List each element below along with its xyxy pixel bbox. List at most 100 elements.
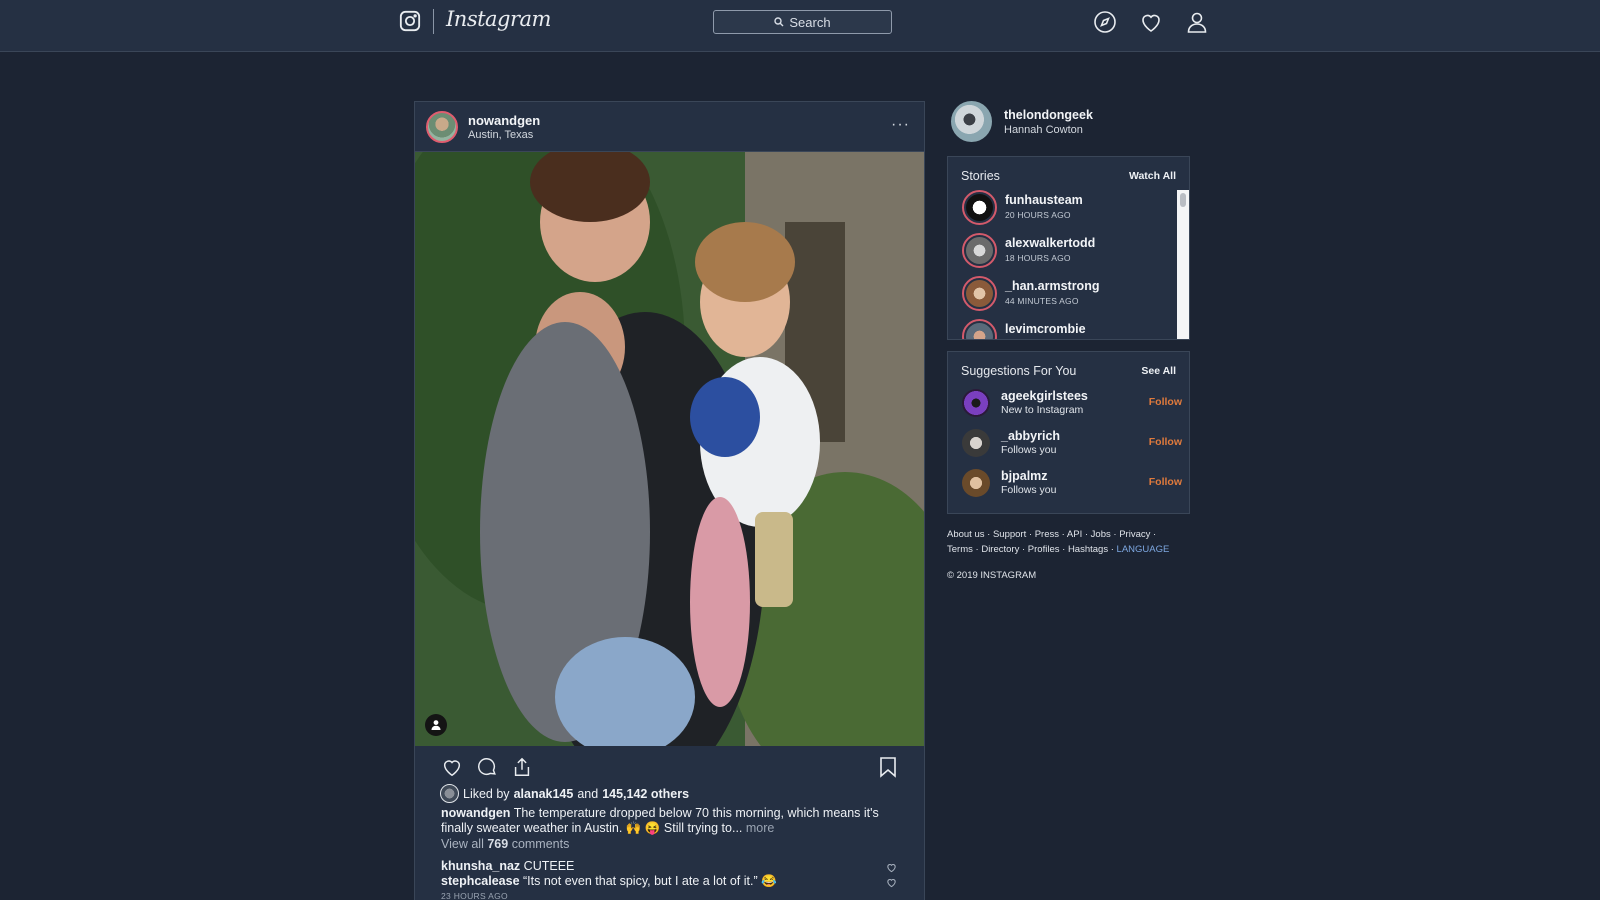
story-item[interactable]: levimcrombie — [962, 319, 1172, 339]
search-input[interactable]: Search — [713, 10, 892, 34]
stories-scrollbar[interactable] — [1177, 190, 1189, 339]
footer-separator: · — [1082, 529, 1091, 540]
likes-prefix: Liked by — [463, 786, 510, 801]
story-avatar — [962, 319, 997, 339]
top-navigation: Instagram Search — [0, 0, 1600, 52]
stories-title: Stories — [961, 169, 1000, 183]
story-username: alexwalkertodd — [1005, 236, 1096, 250]
story-item[interactable]: funhausteam 20 HOURS AGO — [962, 190, 1172, 226]
see-all-link[interactable]: See All — [1141, 365, 1176, 377]
post-author-username[interactable]: nowandgen — [468, 113, 540, 128]
suggestion-reason: Follows you — [1001, 444, 1057, 456]
current-user-fullname: Hannah Cowton — [1004, 124, 1083, 136]
footer-links: About us · Support · Press · API · Jobs … — [947, 527, 1197, 557]
comment-item: khunsha_naz CUTEEE — [441, 859, 574, 873]
bookmark-icon[interactable] — [878, 756, 898, 778]
comment-like-heart-icon[interactable] — [886, 862, 897, 873]
footer-link-profiles[interactable]: Profiles — [1028, 544, 1060, 555]
family-photo-illustration — [415, 152, 924, 746]
compass-icon[interactable] — [1093, 10, 1117, 34]
story-item[interactable]: alexwalkertodd 18 HOURS AGO — [962, 233, 1172, 269]
search-placeholder: Search — [789, 14, 831, 30]
copyright: © 2019 INSTAGRAM — [947, 570, 1037, 581]
footer-separator: · — [1108, 544, 1117, 555]
post-caption: nowandgen The temperature dropped below … — [441, 806, 881, 836]
footer-separator: · — [1019, 544, 1028, 555]
like-heart-icon[interactable] — [441, 756, 463, 778]
suggestion-username[interactable]: _abbyrich — [1001, 429, 1060, 443]
feed-post: nowandgen Austin, Texas ··· Liked by ala… — [414, 101, 925, 900]
likes-count[interactable]: 145,142 others — [602, 787, 689, 801]
comments-count: 769 — [487, 837, 509, 851]
watch-all-link[interactable]: Watch All — [1129, 170, 1176, 182]
current-user-avatar[interactable] — [951, 101, 992, 142]
view-all-comments-link[interactable]: View all 769 comments — [441, 837, 569, 851]
footer-link-terms[interactable]: Terms — [947, 544, 973, 555]
suggestion-avatar[interactable] — [962, 389, 990, 417]
instagram-camera-icon[interactable] — [399, 10, 421, 32]
suggestion-username[interactable]: ageekgirlstees — [1001, 389, 1088, 403]
comment-username[interactable]: khunsha_naz — [441, 859, 520, 873]
story-time: 20 HOURS AGO — [1005, 210, 1071, 220]
footer-separator: · — [1058, 529, 1067, 540]
suggestion-avatar[interactable] — [962, 429, 990, 457]
likes-joiner: and — [577, 786, 599, 801]
scrollbar-thumb[interactable] — [1180, 193, 1186, 207]
story-time: 44 MINUTES AGO — [1005, 296, 1079, 306]
follow-button[interactable]: Follow — [1149, 476, 1182, 488]
footer-link-api[interactable]: API — [1067, 529, 1082, 540]
story-avatar — [962, 190, 997, 225]
footer-link-privacy[interactable]: Privacy — [1119, 529, 1150, 540]
suggestions-title: Suggestions For You — [961, 364, 1077, 378]
footer-link-support[interactable]: Support — [993, 529, 1026, 540]
comment-text: “Its not even that spicy, but I ate a lo… — [523, 874, 777, 888]
liker-avatar[interactable] — [440, 784, 459, 803]
post-location[interactable]: Austin, Texas — [468, 129, 533, 141]
footer-link-jobs[interactable]: Jobs — [1091, 529, 1111, 540]
footer-link-directory[interactable]: Directory — [981, 544, 1019, 555]
suggestions-panel: Suggestions For You See All ageekgirlste… — [947, 351, 1190, 514]
footer-link-hashtags[interactable]: Hashtags — [1068, 544, 1108, 555]
heart-icon[interactable] — [1139, 10, 1163, 34]
comment-like-heart-icon[interactable] — [886, 877, 897, 888]
profile-icon[interactable] — [1185, 10, 1209, 34]
suggestion-item: bjpalmz Follows you Follow — [962, 466, 1182, 500]
comment-username[interactable]: stephcalease — [441, 874, 520, 888]
story-username: funhausteam — [1005, 193, 1083, 207]
suggestion-avatar[interactable] — [962, 469, 990, 497]
footer-separator: · — [984, 529, 993, 540]
nav-divider — [433, 9, 434, 34]
share-icon[interactable] — [511, 756, 533, 778]
view-comments-suffix: comments — [511, 837, 570, 851]
story-time: 18 HOURS AGO — [1005, 253, 1071, 263]
comment-icon[interactable] — [476, 756, 498, 778]
post-photo[interactable] — [415, 152, 924, 746]
liker-username[interactable]: alanak145 — [514, 787, 574, 801]
footer-link-about[interactable]: About us — [947, 529, 985, 540]
footer-separator: · — [1026, 529, 1035, 540]
footer-link-language[interactable]: LANGUAGE — [1117, 544, 1170, 555]
likes-summary: Liked by alanak145 and 145,142 others — [440, 784, 689, 803]
post-timestamp[interactable]: 23 HOURS AGO — [441, 891, 508, 900]
more-options-icon[interactable]: ··· — [891, 116, 910, 134]
follow-button[interactable]: Follow — [1149, 436, 1182, 448]
suggestion-username[interactable]: bjpalmz — [1001, 469, 1048, 483]
caption-more-link[interactable]: more — [746, 821, 774, 835]
story-item[interactable]: _han.armstrong 44 MINUTES AGO — [962, 276, 1172, 312]
stories-panel: Stories Watch All funhausteam 20 HOURS A… — [947, 156, 1190, 340]
comment-text: CUTEEE — [523, 859, 575, 873]
caption-username[interactable]: nowandgen — [441, 806, 510, 820]
view-comments-prefix: View all — [441, 837, 484, 851]
current-user-username[interactable]: thelondongeek — [1004, 108, 1093, 122]
suggestion-reason: New to Instagram — [1001, 404, 1084, 416]
suggestion-reason: Follows you — [1001, 484, 1057, 496]
instagram-wordmark[interactable]: Instagram — [446, 7, 551, 31]
follow-button[interactable]: Follow — [1149, 396, 1182, 408]
post-header: nowandgen Austin, Texas ··· — [415, 102, 924, 152]
post-author-avatar[interactable] — [426, 111, 458, 143]
story-username: levimcrombie — [1005, 322, 1086, 336]
footer-separator: · — [1110, 529, 1120, 540]
footer-link-press[interactable]: Press — [1035, 529, 1059, 540]
footer-separator: · — [1059, 544, 1068, 555]
tagged-users-icon[interactable] — [425, 714, 447, 736]
